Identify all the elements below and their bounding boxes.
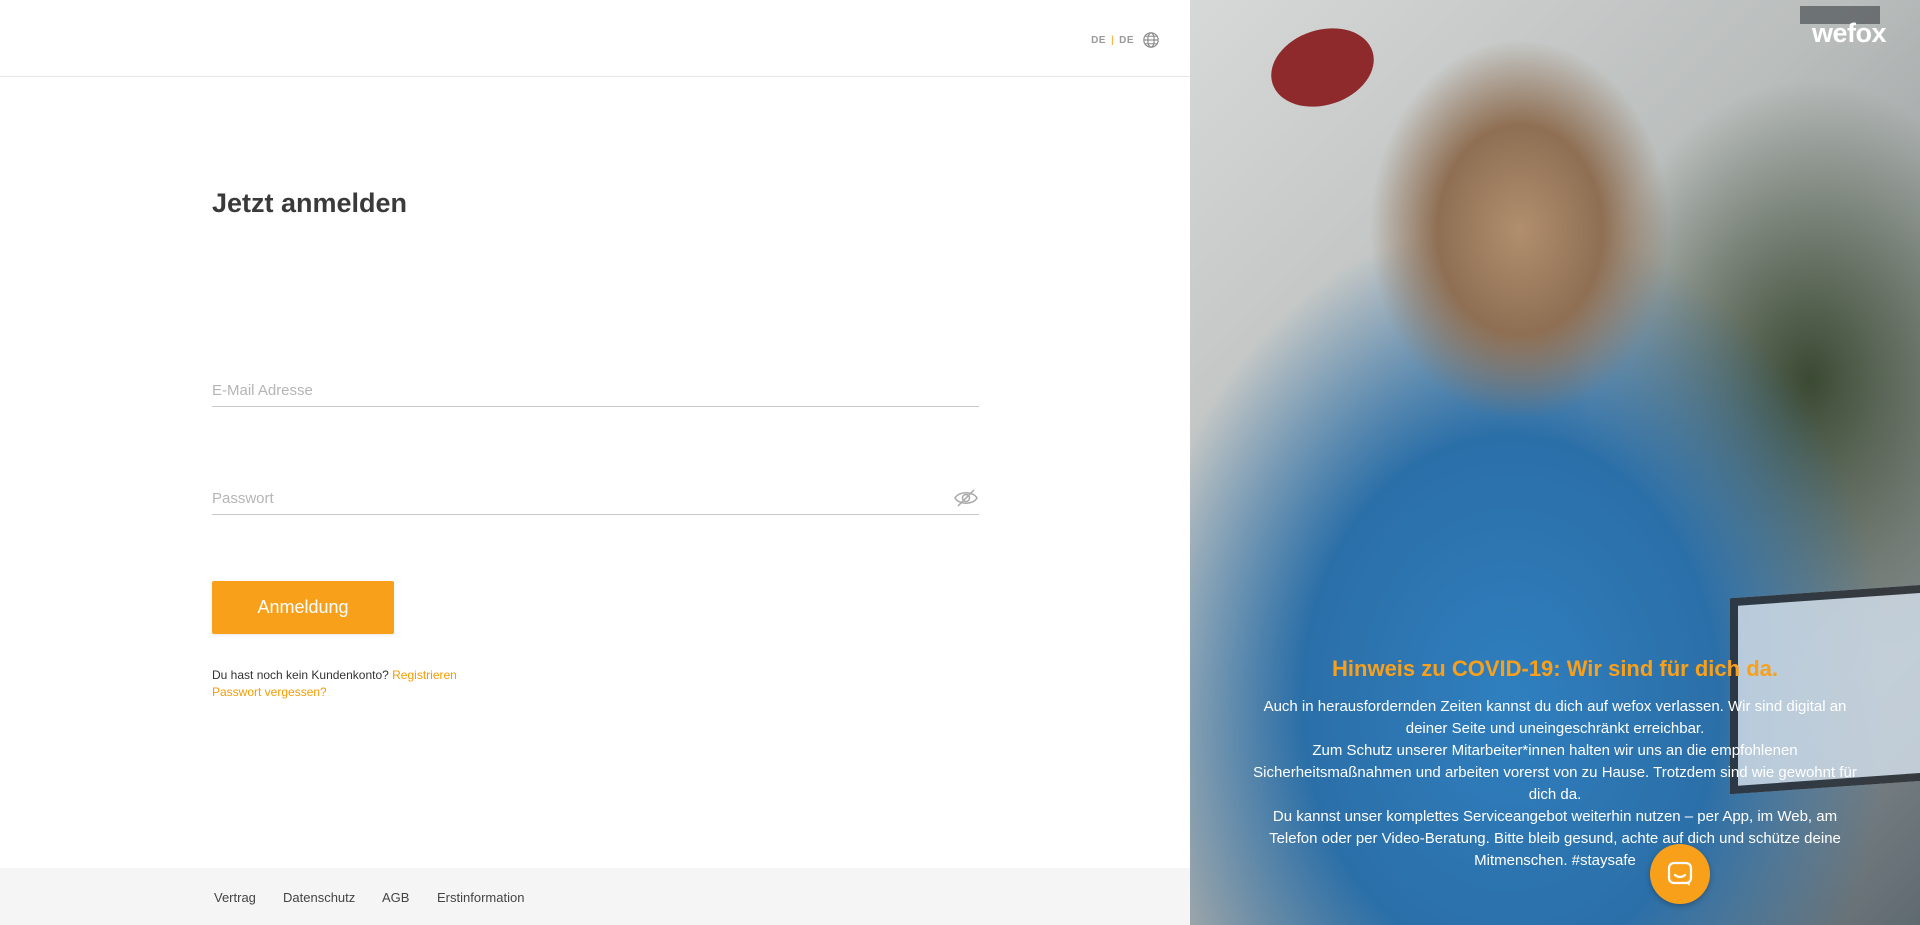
- chat-launcher-button[interactable]: [1650, 844, 1710, 904]
- password-field-wrapper: [212, 484, 979, 515]
- register-prompt: Du hast noch kein Kundenkonto? Registrie…: [212, 668, 457, 682]
- language-switcher[interactable]: DE | DE: [1091, 31, 1160, 49]
- email-field-wrapper: [212, 376, 979, 407]
- covid-notice: Hinweis zu COVID-19: Wir sind für dich d…: [1250, 656, 1860, 872]
- language-current[interactable]: DE: [1091, 35, 1106, 46]
- no-account-text: Du hast noch kein Kundenkonto?: [212, 668, 389, 682]
- login-button[interactable]: Anmeldung: [212, 581, 394, 634]
- covid-paragraph-2: Zum Schutz unserer Mitarbeiter*innen hal…: [1253, 742, 1857, 803]
- covid-paragraph-3: Du kannst unser komplettes Serviceangebo…: [1269, 808, 1841, 869]
- globe-icon[interactable]: [1142, 31, 1160, 49]
- footer-link-vertrag[interactable]: Vertrag: [214, 890, 256, 905]
- covid-heading: Hinweis zu COVID-19: Wir sind für dich d…: [1332, 656, 1778, 681]
- language-separator: |: [1110, 34, 1115, 46]
- covid-paragraph-1: Auch in herausfordernden Zeiten kannst d…: [1263, 698, 1847, 737]
- eye-slash-icon[interactable]: [953, 488, 979, 508]
- hero-photo-scrunchie: [1260, 15, 1385, 120]
- hero-panel: wefox Hinweis zu COVID-19: Wir sind für …: [1190, 0, 1920, 925]
- top-bar: DE | DE: [0, 0, 1190, 77]
- footer-link-datenschutz[interactable]: Datenschutz: [283, 890, 355, 905]
- chat-icon: [1667, 861, 1693, 886]
- register-link[interactable]: Registrieren: [392, 668, 457, 682]
- wefox-logo: wefox: [1811, 18, 1887, 48]
- footer-link-erstinformation[interactable]: Erstinformation: [437, 890, 524, 905]
- forgot-password-link[interactable]: Passwort vergessen?: [212, 685, 327, 699]
- login-panel: DE | DE Jetzt anmelden Anmeldung Du hast…: [0, 0, 1190, 925]
- footer-link-agb[interactable]: AGB: [382, 890, 409, 905]
- language-alt[interactable]: DE: [1119, 35, 1134, 46]
- email-input[interactable]: [212, 376, 979, 399]
- page-title: Jetzt anmelden: [212, 188, 408, 218]
- footer: Vertrag Datenschutz AGB Erstinformation: [0, 868, 1190, 925]
- password-input[interactable]: [212, 484, 979, 507]
